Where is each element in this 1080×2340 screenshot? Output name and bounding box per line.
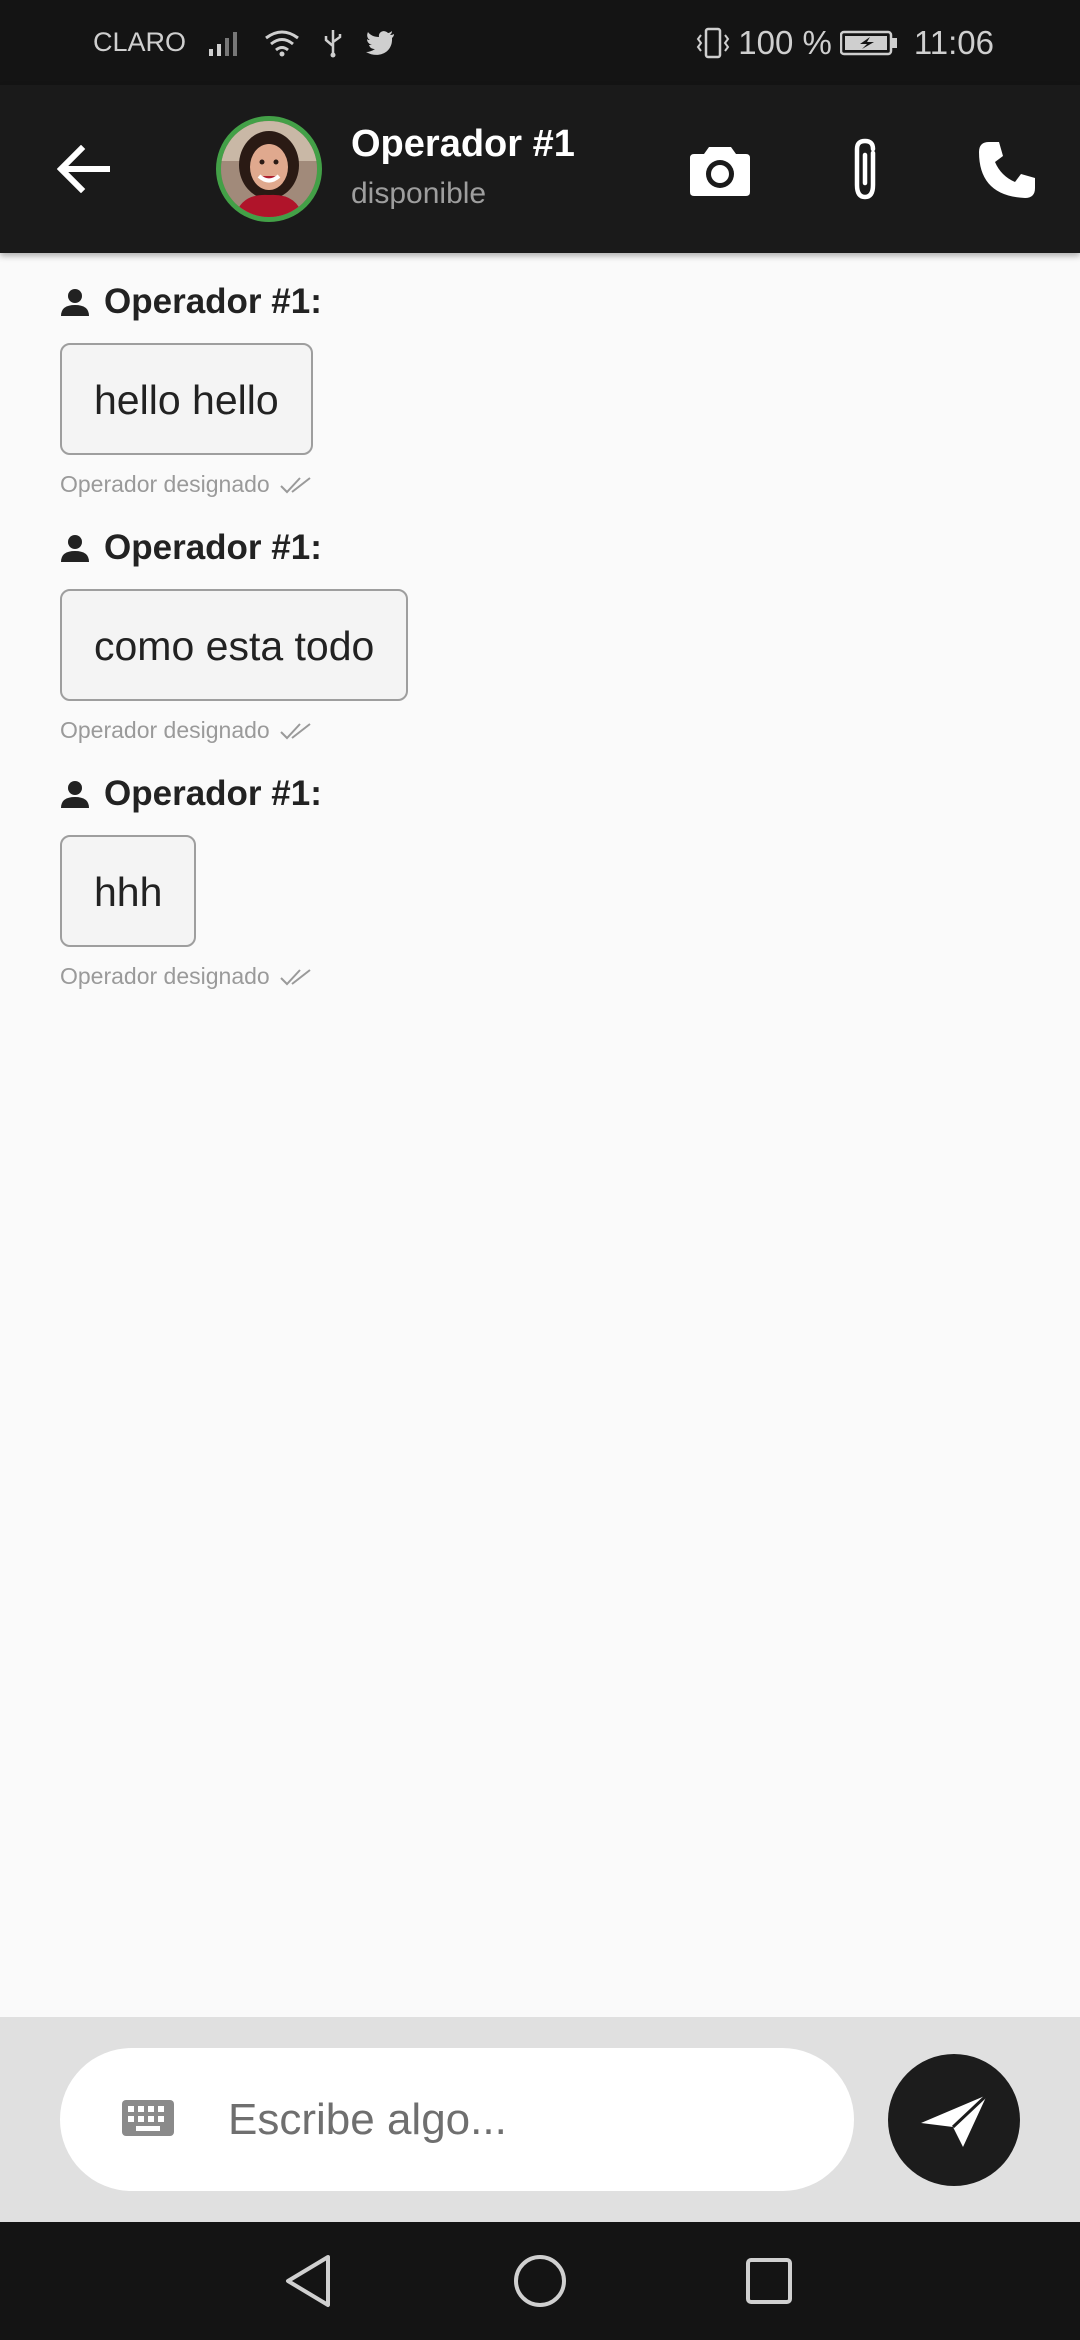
status-right: 100 % 11:06 — [696, 0, 994, 85]
signal-icon — [208, 29, 242, 57]
person-icon — [61, 535, 89, 562]
send-icon — [921, 2093, 989, 2147]
double-check-icon — [280, 476, 311, 493]
person-icon — [61, 289, 89, 316]
camera-button[interactable] — [685, 135, 755, 205]
attach-icon — [854, 138, 876, 200]
person-icon — [61, 781, 89, 808]
status-bar: CLARO 100 % 11:06 — [0, 0, 1080, 85]
message-item: Operador #1: hello hello Operador design… — [60, 277, 322, 498]
message-bubble[interactable]: como esta todo — [60, 589, 409, 701]
contact-name[interactable]: Operador #1 — [351, 123, 575, 166]
double-check-icon — [280, 722, 311, 739]
message-header: Operador #1: — [60, 523, 408, 573]
back-triangle-icon — [286, 2255, 330, 2307]
message-bubble[interactable]: hello hello — [60, 343, 313, 455]
message-input-container[interactable] — [60, 2048, 854, 2191]
message-item: Operador #1: hhh Operador designado — [60, 769, 322, 990]
vibrate-icon — [696, 27, 730, 59]
message-status-label: Operador designado — [60, 717, 270, 743]
message-status: Operador designado — [60, 471, 322, 498]
wifi-icon — [264, 29, 300, 57]
system-nav-bar — [0, 2222, 1080, 2340]
message-input[interactable] — [228, 2048, 828, 2191]
home-circle-icon — [514, 2255, 566, 2307]
battery-percent: 100 % — [738, 23, 832, 61]
send-button[interactable] — [888, 2054, 1020, 2186]
camera-icon — [690, 147, 750, 196]
message-status: Operador designado — [60, 963, 322, 990]
message-status-label: Operador designado — [60, 963, 270, 989]
usb-icon — [322, 28, 344, 58]
nav-home-button[interactable] — [505, 2246, 575, 2316]
recents-square-icon — [746, 2258, 792, 2304]
status-left: CLARO — [93, 0, 396, 85]
clock: 11:06 — [913, 23, 994, 61]
message-sender: Operador #1: — [104, 282, 322, 321]
nav-recents-button[interactable] — [734, 2246, 804, 2316]
double-check-icon — [280, 968, 311, 985]
message-sender: Operador #1: — [104, 774, 322, 813]
message-item: Operador #1: como esta todo Operador des… — [60, 523, 409, 744]
message-sender: Operador #1: — [104, 528, 322, 567]
message-list[interactable]: Operador #1: hello hello Operador design… — [0, 253, 1080, 2017]
message-header: Operador #1: — [60, 769, 322, 819]
keyboard-icon[interactable] — [122, 2098, 174, 2138]
phone-icon — [979, 142, 1035, 198]
avatar-image — [221, 121, 317, 217]
battery-icon — [839, 29, 898, 57]
twitter-icon — [366, 30, 396, 56]
message-bubble[interactable]: hhh — [60, 835, 197, 947]
attach-button[interactable] — [830, 135, 900, 205]
message-status-label: Operador designado — [60, 471, 270, 497]
message-status: Operador designado — [60, 717, 408, 744]
back-button[interactable] — [52, 137, 116, 201]
nav-back-button[interactable] — [273, 2246, 343, 2316]
message-header: Operador #1: — [60, 277, 322, 327]
arrow-back-icon — [57, 145, 110, 193]
call-button[interactable] — [972, 135, 1042, 205]
contact-avatar[interactable] — [216, 116, 322, 222]
chat-header: Operador #1 disponible — [0, 85, 1080, 253]
contact-status: disponible — [351, 177, 487, 210]
carrier-label: CLARO — [93, 27, 187, 57]
message-composer — [0, 2017, 1080, 2222]
